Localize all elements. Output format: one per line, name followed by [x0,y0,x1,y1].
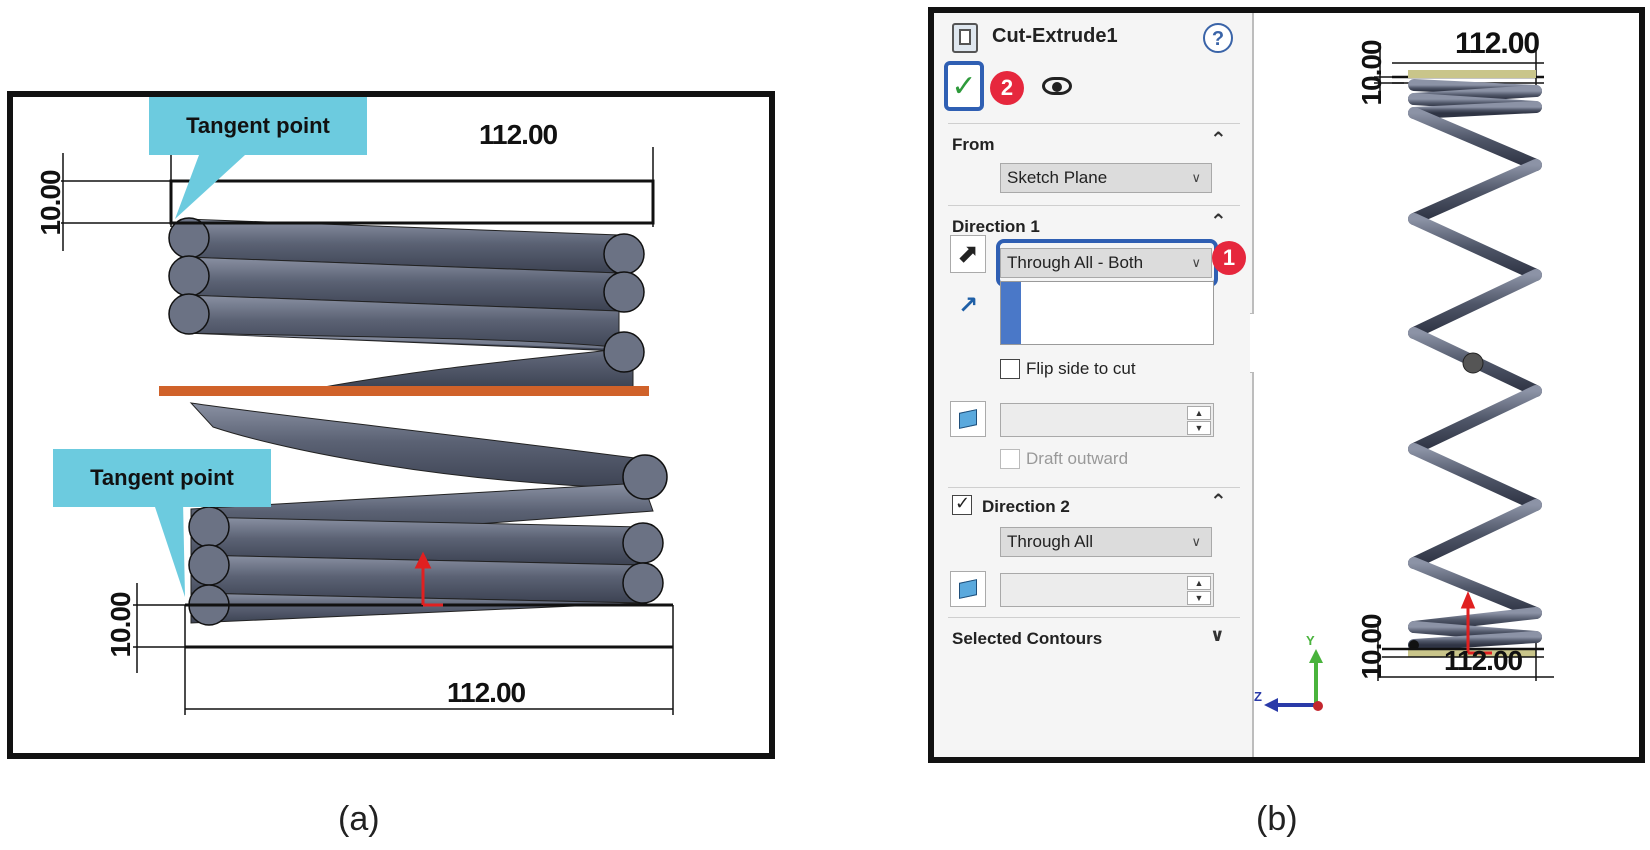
draft-outward-label: Draft outward [1026,449,1129,468]
dim-bottom-vertical: 10.00 [105,592,136,658]
spin-down-icon[interactable]: ▼ [1187,591,1211,605]
chevron-down-icon: ∨ [1191,534,1201,549]
from-dropdown[interactable]: Sketch Plane ∨ [1000,163,1212,193]
help-button[interactable]: ? [1203,23,1233,53]
property-manager: Cut-Extrude1 ? ✓ ✕ 2 From ⌃ Sketch Plane… [934,13,1254,757]
coil-segment [1408,385,1542,455]
step-badge-2: 2 [990,71,1024,105]
spin-up-icon[interactable]: ▲ [1187,576,1211,590]
callout-tangent-bottom: Tangent point [53,449,271,507]
checkmark-icon: ✓ [951,69,977,103]
cut-plane-line [159,386,649,396]
flip-side-label: Flip side to cut [1026,359,1136,378]
top-cut-face [1408,70,1536,78]
chevron-down-icon: ∨ [1191,170,1201,185]
direction2-end-condition-dropdown[interactable]: Through All ∨ [1000,527,1212,557]
coil-segment [1408,213,1542,281]
panel-a-spring-detail: Tangent point Tangent point 112.00 10.00… [7,91,775,759]
coordinate-triad-icon [1264,649,1323,712]
direction2-section-label: Direction 2 [982,497,1070,516]
direction2-draft-toggle-button[interactable] [950,571,986,607]
selected-contours-label: Selected Contours [952,629,1103,648]
panel-b-cut-extrude: Cut-Extrude1 ? ✓ ✕ 2 From ⌃ Sketch Plane… [928,7,1645,763]
triad-y-label: Y [1306,633,1315,648]
coil-segment [1408,269,1542,339]
from-collapse-chevron-icon[interactable]: ⌃ [1210,127,1227,152]
dim-bottom-horizontal: 112.00 [447,677,526,708]
coil-segment [1408,107,1542,171]
draft-angle-spinner[interactable]: ▲ ▼ [1000,403,1214,437]
ok-button[interactable]: ✓ [944,61,984,111]
draft-cube-icon [959,409,977,429]
draft-cube-icon [959,579,977,599]
callout-bottom-tail [153,501,185,597]
viewport-dim-top-horizontal: 112.00 [1455,27,1540,60]
direction-vector-selection-box[interactable] [1000,281,1214,345]
direction2-collapse-chevron-icon[interactable]: ⌃ [1210,489,1227,514]
dim-top-vertical: 10.00 [35,170,66,236]
flip-side-checkbox[interactable] [1000,359,1020,379]
coil-segment [1408,631,1542,651]
direction1-end-condition-dropdown[interactable]: Through All - Both ∨ [1000,248,1212,278]
chevron-down-icon: ∨ [1191,255,1201,270]
spring-center-point [1462,352,1484,374]
direction1-collapse-chevron-icon[interactable]: ⌃ [1210,209,1227,234]
spin-up-icon[interactable]: ▲ [1187,406,1211,420]
draft-outward-checkbox[interactable] [1000,449,1020,469]
direction1-section-label: Direction 1 [952,217,1040,236]
preview-eye-icon[interactable] [1042,77,1072,95]
callout-top-tail [175,155,245,219]
triad-z-label: Z [1254,689,1262,704]
spin-down-icon[interactable]: ▼ [1187,421,1211,435]
direction2-checkbox[interactable] [952,493,972,515]
direction2-draft-angle-spinner[interactable]: ▲ ▼ [1000,573,1214,607]
coil-segment [1408,499,1542,569]
coil-segment [1408,101,1542,119]
from-section-label: From [952,135,995,154]
viewport-dim-bottom-horizontal: 112.00 [1444,645,1523,676]
from-dropdown-value: Sketch Plane [1007,168,1108,187]
coil-segment [1408,159,1542,225]
reverse-direction-icon[interactable]: ⬈ [950,235,986,273]
graphics-viewport[interactable]: 112.00 10.00 112.00 10.00 Y Z [1254,13,1639,757]
direction1-end-condition-value: Through All - Both [1007,253,1144,272]
upper-coils [168,217,645,390]
direction2-end-condition-value: Through All [1007,532,1093,551]
cut-extrude-feature-icon [952,23,978,53]
viewport-dim-bottom-vertical: 10.00 [1356,614,1387,680]
draft-toggle-button[interactable] [950,401,986,437]
feature-title: Cut-Extrude1 [992,25,1118,47]
caption-b: (b) [1256,800,1298,838]
viewport-dim-top-vertical: 10.00 [1356,40,1387,106]
dim-top-horizontal: 112.00 [479,119,558,150]
coil-segment [1408,557,1542,619]
step-badge-1: 1 [1212,241,1246,275]
caption-a: (a) [338,800,380,838]
coil-segment [1408,443,1542,511]
lower-coils [188,402,668,626]
direction-vector-icon: ↗ [958,292,979,319]
callout-tangent-top: Tangent point [149,97,367,155]
selected-contours-expand-chevron-icon[interactable]: ∨ [1210,625,1225,646]
